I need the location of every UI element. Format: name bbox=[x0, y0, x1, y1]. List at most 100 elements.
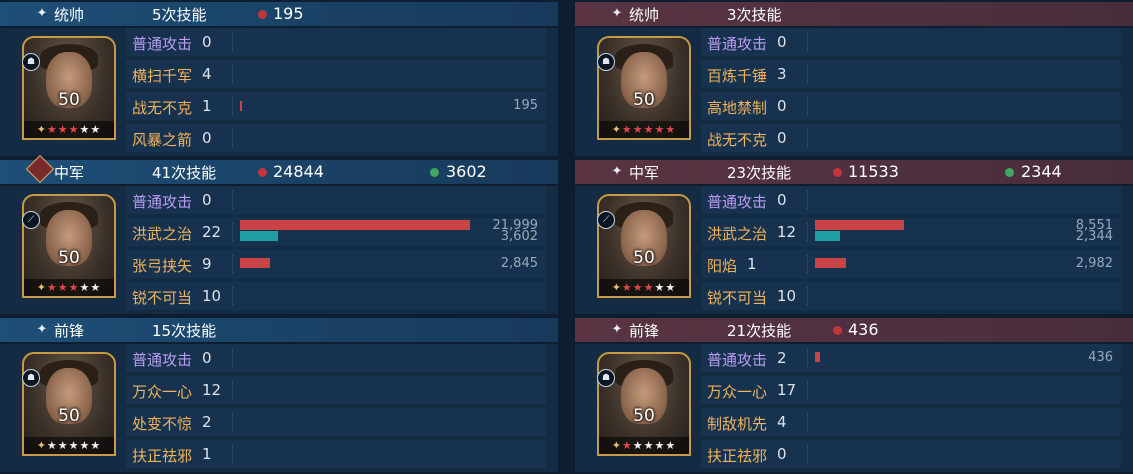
damage-dot-icon bbox=[258, 10, 267, 19]
skill-count-label: 15次技能 bbox=[152, 322, 217, 340]
damage-bar bbox=[815, 258, 846, 268]
skill-use-count: 0 bbox=[777, 129, 787, 147]
damage-dot-icon bbox=[833, 326, 842, 335]
row-divider bbox=[232, 222, 233, 242]
skill-row: 制敌机先 4 bbox=[701, 408, 1121, 436]
hero-portrait[interactable]: 50 ✦★★★★★ bbox=[22, 194, 116, 298]
skill-row: 洪武之治 22 21,999 3,602 bbox=[126, 218, 546, 246]
skill-name[interactable]: 战无不克 bbox=[132, 97, 192, 118]
skill-row: 普通攻击 0 bbox=[701, 186, 1121, 214]
skill-name[interactable]: 处变不惊 bbox=[132, 413, 192, 434]
hero-portrait[interactable]: 50 ✦★★★★★ bbox=[22, 36, 116, 140]
hero-level: 50 bbox=[633, 248, 655, 268]
row-divider bbox=[807, 254, 808, 274]
skill-row: 风暴之箭 0 bbox=[126, 124, 546, 152]
skill-name[interactable]: 锐不可当 bbox=[132, 287, 192, 308]
spear-icon: ⟋ bbox=[22, 211, 40, 229]
skill-use-count: 0 bbox=[202, 349, 212, 367]
row-divider bbox=[232, 96, 233, 116]
row-divider bbox=[232, 348, 233, 368]
section-header: ✦ 前锋 21次技能 436 bbox=[575, 318, 1133, 342]
skill-name[interactable]: 扶正祛邪 bbox=[132, 445, 192, 466]
skill-name[interactable]: 高地禁制 bbox=[707, 97, 767, 118]
hero-portrait[interactable]: 50 ✦★★★★★ bbox=[597, 352, 691, 456]
skill-row: 普通攻击 0 bbox=[126, 344, 546, 372]
white-star-icon: ★ bbox=[90, 123, 102, 136]
white-star-icon: ★ bbox=[665, 439, 677, 452]
damage-value: 2,982 bbox=[1075, 256, 1113, 271]
skill-name[interactable]: 普通攻击 bbox=[707, 191, 767, 212]
cavalry-icon: ☗ bbox=[597, 53, 615, 71]
skill-name[interactable]: 洪武之治 bbox=[132, 223, 192, 244]
heal-value: 3,602 bbox=[500, 229, 538, 244]
total-damage-value: 24844 bbox=[273, 162, 324, 181]
damage-bar bbox=[240, 258, 270, 268]
skill-name[interactable]: 普通攻击 bbox=[132, 191, 192, 212]
section-body: ⟋ 50 ✦★★★★★ 普通攻击 0 洪武之治 22 21,999 3,602 张弓挟矢 9 2,84… bbox=[0, 186, 558, 314]
damage-value: 195 bbox=[513, 98, 538, 113]
row-divider bbox=[232, 286, 233, 306]
skill-name[interactable]: 横扫千军 bbox=[132, 65, 192, 86]
red-star-icon: ★ bbox=[621, 439, 633, 452]
skill-name[interactable]: 万众一心 bbox=[132, 381, 192, 402]
skill-name[interactable]: 制敌机先 bbox=[707, 413, 767, 434]
skill-use-count: 1 bbox=[202, 97, 212, 115]
skill-name[interactable]: 万众一心 bbox=[707, 381, 767, 402]
hero-portrait[interactable]: 50 ✦★★★★★ bbox=[22, 352, 116, 456]
skill-name[interactable]: 普通攻击 bbox=[707, 33, 767, 54]
cavalry-icon: ☗ bbox=[597, 369, 615, 387]
skill-name[interactable]: 张弓挟矢 bbox=[132, 255, 192, 276]
section-header: ✦ 统帅 5次技能 195 bbox=[0, 2, 558, 26]
row-divider bbox=[232, 444, 233, 464]
skill-row: 锐不可当 10 bbox=[701, 282, 1121, 310]
skill-name[interactable]: 扶正祛邪 bbox=[707, 445, 767, 466]
red-star-icon: ★ bbox=[68, 281, 80, 294]
hero-level: 50 bbox=[633, 90, 655, 110]
skill-name[interactable]: 洪武之治 bbox=[707, 223, 767, 244]
red-star-icon: ★ bbox=[643, 123, 655, 136]
skill-row: 百炼千锤 3 bbox=[701, 60, 1121, 88]
skill-row: 万众一心 17 bbox=[701, 376, 1121, 404]
hero-portrait[interactable]: 50 ✦★★★★★ bbox=[597, 36, 691, 140]
skill-row: 处变不惊 2 bbox=[126, 408, 546, 436]
skill-name[interactable]: 风暴之箭 bbox=[132, 129, 192, 150]
skill-name[interactable]: 普通攻击 bbox=[707, 349, 767, 370]
skill-name[interactable]: 普通攻击 bbox=[132, 349, 192, 370]
formation-section: 中军 41次技能 24844 3602 ⟋ 50 ✦★★★★★ 普通攻击 0 洪武之治 22 21,9… bbox=[0, 154, 558, 316]
white-star-icon: ★ bbox=[643, 439, 655, 452]
row-divider bbox=[232, 128, 233, 148]
skill-use-count: 1 bbox=[202, 445, 212, 463]
skill-name[interactable]: 战无不克 bbox=[707, 129, 767, 150]
skill-use-count: 0 bbox=[777, 33, 787, 51]
hero-level: 50 bbox=[58, 248, 80, 268]
skill-row: 战无不克 0 bbox=[701, 124, 1121, 152]
section-body: ☗ 50 ✦★★★★★ 普通攻击 0 横扫千军 4 战无不克 1 195 风暴之箭 0 bbox=[0, 28, 558, 156]
skill-name[interactable]: 普通攻击 bbox=[132, 33, 192, 54]
row-divider bbox=[807, 444, 808, 464]
heal-dot-icon bbox=[1005, 168, 1014, 177]
position-label: 前锋 bbox=[54, 322, 85, 340]
red-star-icon: ★ bbox=[621, 281, 633, 294]
row-divider bbox=[807, 96, 808, 116]
skill-name[interactable]: 锐不可当 bbox=[707, 287, 767, 308]
section-header: ✦ 前锋 15次技能 bbox=[0, 318, 558, 342]
hero-portrait[interactable]: 50 ✦★★★★★ bbox=[597, 194, 691, 298]
red-star-icon: ★ bbox=[654, 123, 666, 136]
skill-row: 洪武之治 12 8,551 2,344 bbox=[701, 218, 1121, 246]
sparkle-icon: ✦ bbox=[611, 6, 623, 21]
skill-name[interactable]: 百炼千锤 bbox=[707, 65, 767, 86]
heal-value: 2,344 bbox=[1075, 229, 1113, 244]
skill-name[interactable]: 阳焰 bbox=[707, 255, 737, 276]
skill-row: 扶正祛邪 0 bbox=[701, 440, 1121, 468]
skill-count-label: 41次技能 bbox=[152, 164, 217, 182]
damage-dot-icon bbox=[833, 168, 842, 177]
formation-section: ✦ 前锋 21次技能 436 ☗ 50 ✦★★★★★ 普通攻击 2 436 万众一心 17 制敌机先 4 扶… bbox=[575, 316, 1133, 474]
skill-row: 普通攻击 0 bbox=[126, 186, 546, 214]
sparkle-icon: ✦ bbox=[611, 281, 622, 294]
skill-use-count: 10 bbox=[777, 287, 797, 305]
damage-dot-icon bbox=[258, 168, 267, 177]
skill-use-count: 1 bbox=[747, 255, 757, 273]
row-divider bbox=[807, 286, 808, 306]
white-star-icon: ★ bbox=[90, 281, 102, 294]
row-divider bbox=[232, 254, 233, 274]
